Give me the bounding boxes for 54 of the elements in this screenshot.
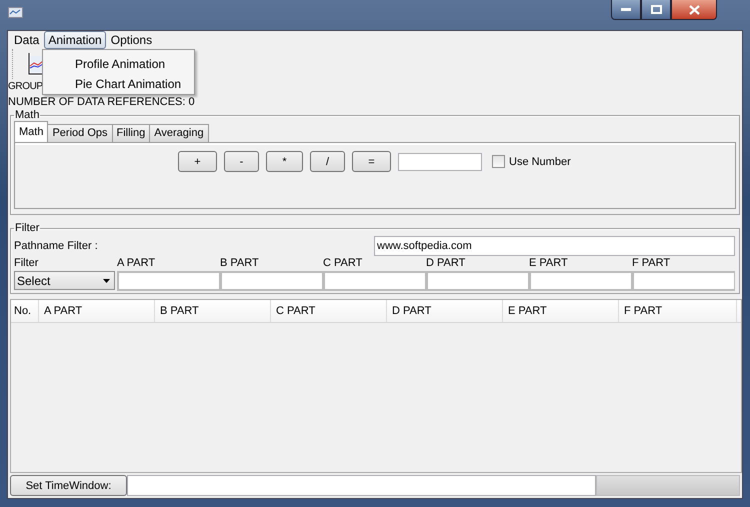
pathname-label: Pathname Filter : [14,240,99,252]
column-header[interactable]: No. [11,300,39,322]
column-header[interactable]: F PART [619,300,737,322]
caret-icon [103,278,110,282]
time-window-field[interactable] [127,475,596,496]
menu-item[interactable]: Animation [44,31,106,49]
column-header[interactable]: E PART [503,300,619,322]
set-time-window-button[interactable]: Set TimeWindow: [10,475,127,496]
column-header[interactable]: C PART [271,300,387,322]
minimize-button[interactable] [611,0,641,20]
part-label: B PART [220,257,260,270]
operator-button[interactable]: = [352,151,391,172]
close-icon [688,4,700,14]
part-field[interactable] [220,271,323,291]
tab[interactable]: Math [14,121,48,142]
close-button[interactable] [671,0,717,20]
group-title: Math [14,109,40,121]
part-field[interactable] [529,271,632,291]
column-header[interactable]: D PART [387,300,503,322]
group-label: GROUP [8,80,43,93]
filter-label: Filter [14,257,40,270]
part-label: C PART [323,257,364,270]
operator-button[interactable]: * [266,151,303,172]
checkbox[interactable] [492,155,505,168]
operator-button[interactable]: + [178,151,217,172]
column-header[interactable]: B PART [155,300,271,322]
select-dropdown[interactable]: Select [14,271,115,290]
part-field[interactable] [117,271,220,291]
menu-item[interactable]: Data [10,31,44,49]
menu-entry[interactable]: Profile Animation [43,54,194,74]
data-references-label: NUMBER OF DATA REFERENCES: 0 [8,96,195,109]
part-label: F PART [632,257,672,270]
number-field[interactable] [398,152,482,170]
part-label: D PART [426,257,466,270]
tab[interactable]: Averaging [149,124,209,142]
pathname-field[interactable]: www.softpedia.com [374,236,735,256]
menu-item[interactable]: Options [106,31,156,49]
checkbox-label: Use Number [509,156,571,168]
menu-entry[interactable]: Pie Chart Animation [43,74,194,94]
tab[interactable]: Filling [112,124,150,142]
part-field[interactable] [632,271,735,291]
part-field[interactable] [426,271,529,291]
tab[interactable]: Period Ops [47,124,112,142]
maximize-button[interactable] [641,0,671,20]
operator-button[interactable]: - [224,151,259,172]
part-label: E PART [529,257,569,270]
column-header[interactable]: A PART [39,300,155,322]
maximize-icon [650,5,662,14]
group-title: Filter [14,222,40,234]
minimize-icon [621,8,631,11]
part-field[interactable] [323,271,426,291]
app-icon [8,7,23,18]
operator-button[interactable]: / [310,151,345,172]
part-label: A PART [117,257,156,270]
